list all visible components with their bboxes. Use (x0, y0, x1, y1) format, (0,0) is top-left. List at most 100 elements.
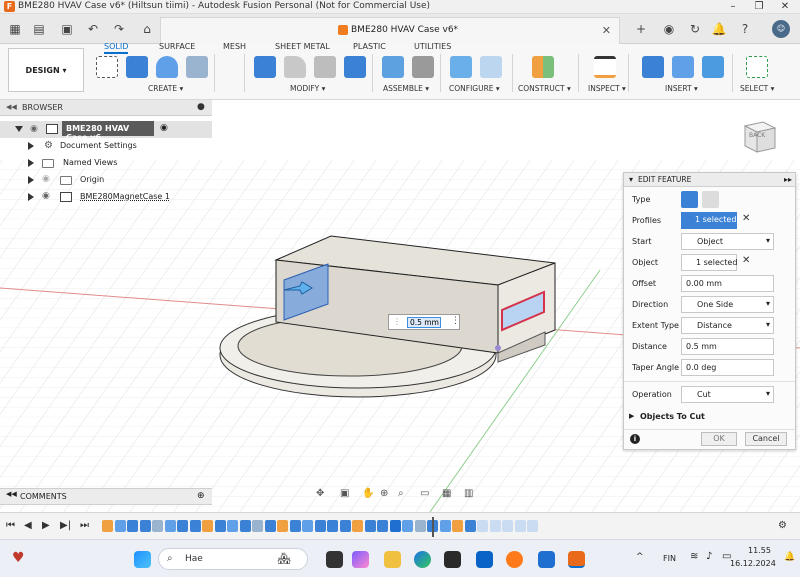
step-forward-icon[interactable]: ▶| (60, 520, 71, 531)
outlook-icon[interactable] (476, 551, 493, 568)
input-language[interactable]: FIN (663, 554, 676, 563)
chamfer-icon[interactable] (314, 56, 336, 78)
tab-solid[interactable]: SOLID (104, 42, 129, 54)
timeline-feature-icon[interactable] (239, 520, 251, 532)
timeline-feature-icon[interactable] (339, 520, 351, 532)
hole-icon[interactable] (186, 56, 208, 78)
timeline-feature-icon[interactable] (177, 520, 188, 532)
file-menu-icon[interactable]: ▤ (30, 20, 48, 38)
search-input[interactable]: ⌕ Hae 🏘 (158, 548, 308, 570)
expand-arrow-icon[interactable] (28, 142, 34, 150)
expand-panel-icon[interactable]: ▸▸ (784, 175, 792, 184)
view-cube[interactable]: BACK (741, 118, 777, 154)
timeline-feature-icon[interactable] (514, 520, 526, 532)
collapse-browser-icon[interactable]: ◀◀ (6, 103, 17, 111)
close-button[interactable]: ✕ (772, 0, 798, 14)
insert-mcmaster-icon[interactable] (672, 56, 694, 78)
fusion-taskbar-icon[interactable] (568, 551, 585, 568)
measure-icon[interactable] (594, 56, 616, 78)
save-icon[interactable]: ▣ (58, 20, 76, 38)
tab-surface[interactable]: SURFACE (159, 42, 195, 51)
extrude-type-icon[interactable] (681, 191, 698, 208)
offset-plane-icon[interactable] (532, 56, 554, 78)
timeline-feature-icon[interactable] (214, 520, 226, 532)
browser-item-origin[interactable]: ◉ Origin (0, 172, 212, 189)
play-icon[interactable]: ▶ (42, 520, 50, 531)
fillet-icon[interactable] (284, 56, 306, 78)
distance-input[interactable] (407, 317, 441, 328)
timeline-feature-icon[interactable] (139, 520, 151, 532)
timeline-feature-icon[interactable] (252, 520, 263, 532)
start-icon[interactable] (134, 551, 151, 568)
extent-type-dropdown[interactable]: Distance (681, 317, 774, 334)
timeline-feature-icon[interactable] (302, 520, 313, 532)
cancel-button[interactable]: Cancel (745, 432, 787, 446)
expand-arrow-icon[interactable] (28, 176, 34, 184)
timeline-feature-icon[interactable] (102, 520, 113, 532)
notification-app-icon[interactable]: ♥ (12, 550, 25, 566)
activate-radio-icon[interactable]: ◉ (160, 123, 168, 133)
timeline-feature-icon[interactable] (289, 520, 301, 532)
tray-chevron-icon[interactable]: ^ (636, 552, 644, 562)
display-settings-icon[interactable]: ▭ (420, 488, 429, 499)
insert-menu[interactable]: INSERT ▾ (665, 84, 698, 93)
assemble-menu[interactable]: ASSEMBLE ▾ (383, 84, 429, 93)
grid-settings-icon[interactable]: ▦ (442, 488, 451, 499)
pan-icon[interactable]: ✋ (362, 488, 374, 499)
file-explorer-icon[interactable] (384, 551, 401, 568)
insert-derive-icon[interactable] (642, 56, 664, 78)
clear-selection-icon[interactable]: ✕ (742, 213, 750, 224)
maximize-button[interactable]: ❐ (746, 0, 772, 14)
info-icon[interactable]: i (630, 434, 640, 444)
configure-menu[interactable]: CONFIGURE ▾ (449, 84, 500, 93)
browser-item-named-views[interactable]: Named Views (0, 155, 212, 172)
browser-item-document-settings[interactable]: ⚙ Document Settings (0, 138, 212, 155)
timeline-feature-icon[interactable] (464, 520, 476, 532)
job-status-icon[interactable]: ↻ (686, 20, 704, 38)
volume-icon[interactable]: ♪ (706, 551, 712, 562)
help-icon[interactable]: ? (736, 20, 754, 38)
select-menu[interactable]: SELECT ▾ (740, 84, 774, 93)
timeline-feature-icon[interactable] (377, 520, 388, 532)
tab-sheet-metal[interactable]: SHEET METAL (275, 42, 330, 51)
create-menu[interactable]: CREATE ▾ (148, 84, 183, 93)
visibility-eye-icon[interactable]: ◉ (42, 191, 50, 201)
minimize-button[interactable]: – (720, 0, 746, 14)
app-c-icon[interactable] (538, 551, 555, 568)
document-tab[interactable]: BME280 HVAV Case v6* ✕ (160, 17, 620, 44)
timeline-feature-icon[interactable] (327, 520, 338, 532)
viewports-icon[interactable]: ▥ (464, 488, 473, 499)
expand-arrow-icon[interactable]: ▶ (629, 412, 634, 420)
combine-icon[interactable] (344, 56, 366, 78)
tab-mesh[interactable]: MESH (223, 42, 246, 51)
configuration-table-icon[interactable] (480, 56, 502, 78)
press-pull-icon[interactable] (254, 56, 276, 78)
timeline-feature-icon[interactable] (527, 520, 538, 532)
orbit-icon[interactable]: ✥ (316, 488, 324, 499)
distance-field[interactable]: 0.5 mm (681, 338, 774, 355)
timeline-feature-icon[interactable] (402, 520, 413, 532)
tab-plastic[interactable]: PLASTIC (353, 42, 386, 51)
step-back-icon[interactable]: ◀ (24, 520, 32, 531)
more-options-icon[interactable]: ⋮ (451, 316, 460, 326)
timeline-feature-icon[interactable] (202, 520, 213, 532)
timeline-feature-icon[interactable] (502, 520, 513, 532)
add-comment-icon[interactable]: ⊕ (197, 491, 205, 501)
visibility-eye-icon[interactable]: ◉ (30, 124, 38, 134)
start-dropdown[interactable]: Object (681, 233, 774, 250)
joint-icon[interactable] (412, 56, 434, 78)
modify-menu[interactable]: MODIFY ▾ (290, 84, 325, 93)
browser-item-magnet-case[interactable]: ◉ BME280MagnetCase 1 (0, 189, 212, 206)
redo-icon[interactable]: ↷ (110, 20, 128, 38)
timeline-feature-icon[interactable] (114, 520, 126, 532)
create-sketch-icon[interactable] (96, 56, 118, 78)
timeline-feature-icon[interactable] (164, 520, 176, 532)
notification-bell-icon[interactable]: 🔔 (784, 552, 795, 562)
configure-icon[interactable] (450, 56, 472, 78)
browser-pin-icon[interactable]: ● (197, 102, 205, 112)
timeline-feature-icon[interactable] (314, 520, 326, 532)
copilot-icon[interactable] (352, 551, 369, 568)
timeline-feature-icon[interactable] (489, 520, 501, 532)
expand-arrow-icon[interactable] (15, 126, 23, 132)
timeline-feature-icon[interactable] (227, 520, 238, 532)
